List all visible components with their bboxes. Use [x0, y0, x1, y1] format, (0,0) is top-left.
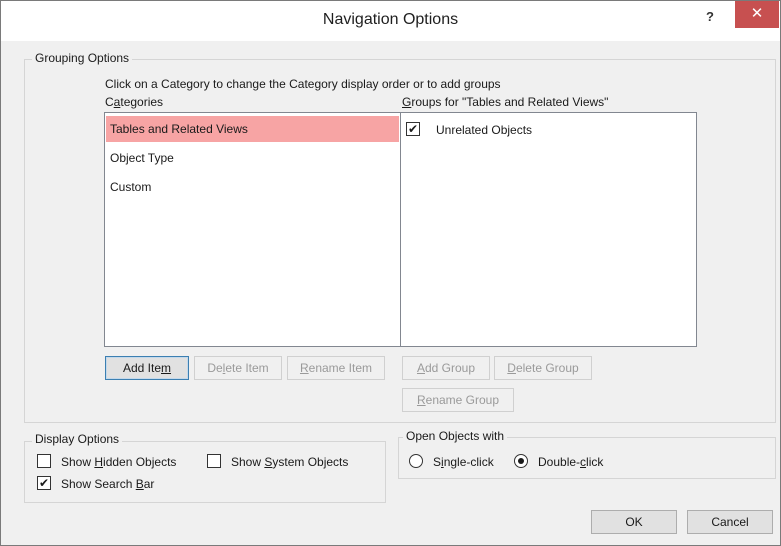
show-hidden-objects-label: Show Hidden Objects: [61, 455, 177, 469]
dialog-title: Navigation Options: [322, 11, 459, 28]
close-icon: ✕: [750, 5, 764, 22]
single-click-label: Single-click: [433, 455, 494, 469]
title-bar: Navigation Options ? ✕: [1, 1, 780, 41]
cancel-button[interactable]: Cancel: [687, 510, 773, 534]
display-options-group: [24, 441, 386, 503]
category-item-custom[interactable]: Custom: [106, 174, 399, 200]
radio-selected-dot: [518, 458, 524, 464]
show-system-objects-label: Show System Objects: [231, 455, 349, 469]
rename-item-button[interactable]: Rename Item: [287, 356, 385, 380]
categories-label: Categories: [105, 95, 164, 109]
open-objects-legend: Open Objects with: [403, 429, 508, 443]
add-group-button[interactable]: Add Group: [402, 356, 490, 380]
group-item-unrelated-objects: Unrelated Objects: [436, 123, 533, 137]
navigation-options-dialog: Navigation Options ? ✕ Grouping Options …: [0, 0, 781, 546]
add-item-button[interactable]: Add Item: [105, 356, 189, 380]
groups-label: Groups for "Tables and Related Views": [402, 95, 609, 109]
categories-list[interactable]: Tables and Related Views Object Type Cus…: [104, 112, 401, 347]
unrelated-objects-checkbox[interactable]: ✔: [406, 122, 420, 136]
close-button[interactable]: ✕: [735, 1, 779, 28]
delete-group-button[interactable]: Delete Group: [494, 356, 592, 380]
grouping-instruction: Click on a Category to change the Catego…: [105, 77, 501, 91]
groups-list[interactable]: ✔ Unrelated Objects: [400, 112, 697, 347]
category-item-tables-and-related-views[interactable]: Tables and Related Views: [106, 116, 399, 142]
grouping-options-legend: Grouping Options: [32, 51, 133, 65]
checkmark-icon: ✔: [38, 476, 50, 490]
show-search-bar-checkbox[interactable]: ✔: [37, 476, 51, 490]
display-options-legend: Display Options: [32, 432, 123, 446]
show-system-objects-checkbox[interactable]: [207, 454, 221, 468]
ok-button[interactable]: OK: [591, 510, 677, 534]
rename-group-button[interactable]: Rename Group: [402, 388, 514, 412]
double-click-radio[interactable]: [514, 454, 528, 468]
show-search-bar-label: Show Search Bar: [61, 477, 155, 491]
single-click-radio[interactable]: [409, 454, 423, 468]
category-item-object-type[interactable]: Object Type: [106, 145, 399, 171]
checkmark-icon: ✔: [407, 122, 419, 136]
double-click-label: Double-click: [538, 455, 604, 469]
delete-item-button[interactable]: Delete Item: [194, 356, 282, 380]
help-button[interactable]: ?: [697, 7, 723, 27]
show-hidden-objects-checkbox[interactable]: [37, 454, 51, 468]
